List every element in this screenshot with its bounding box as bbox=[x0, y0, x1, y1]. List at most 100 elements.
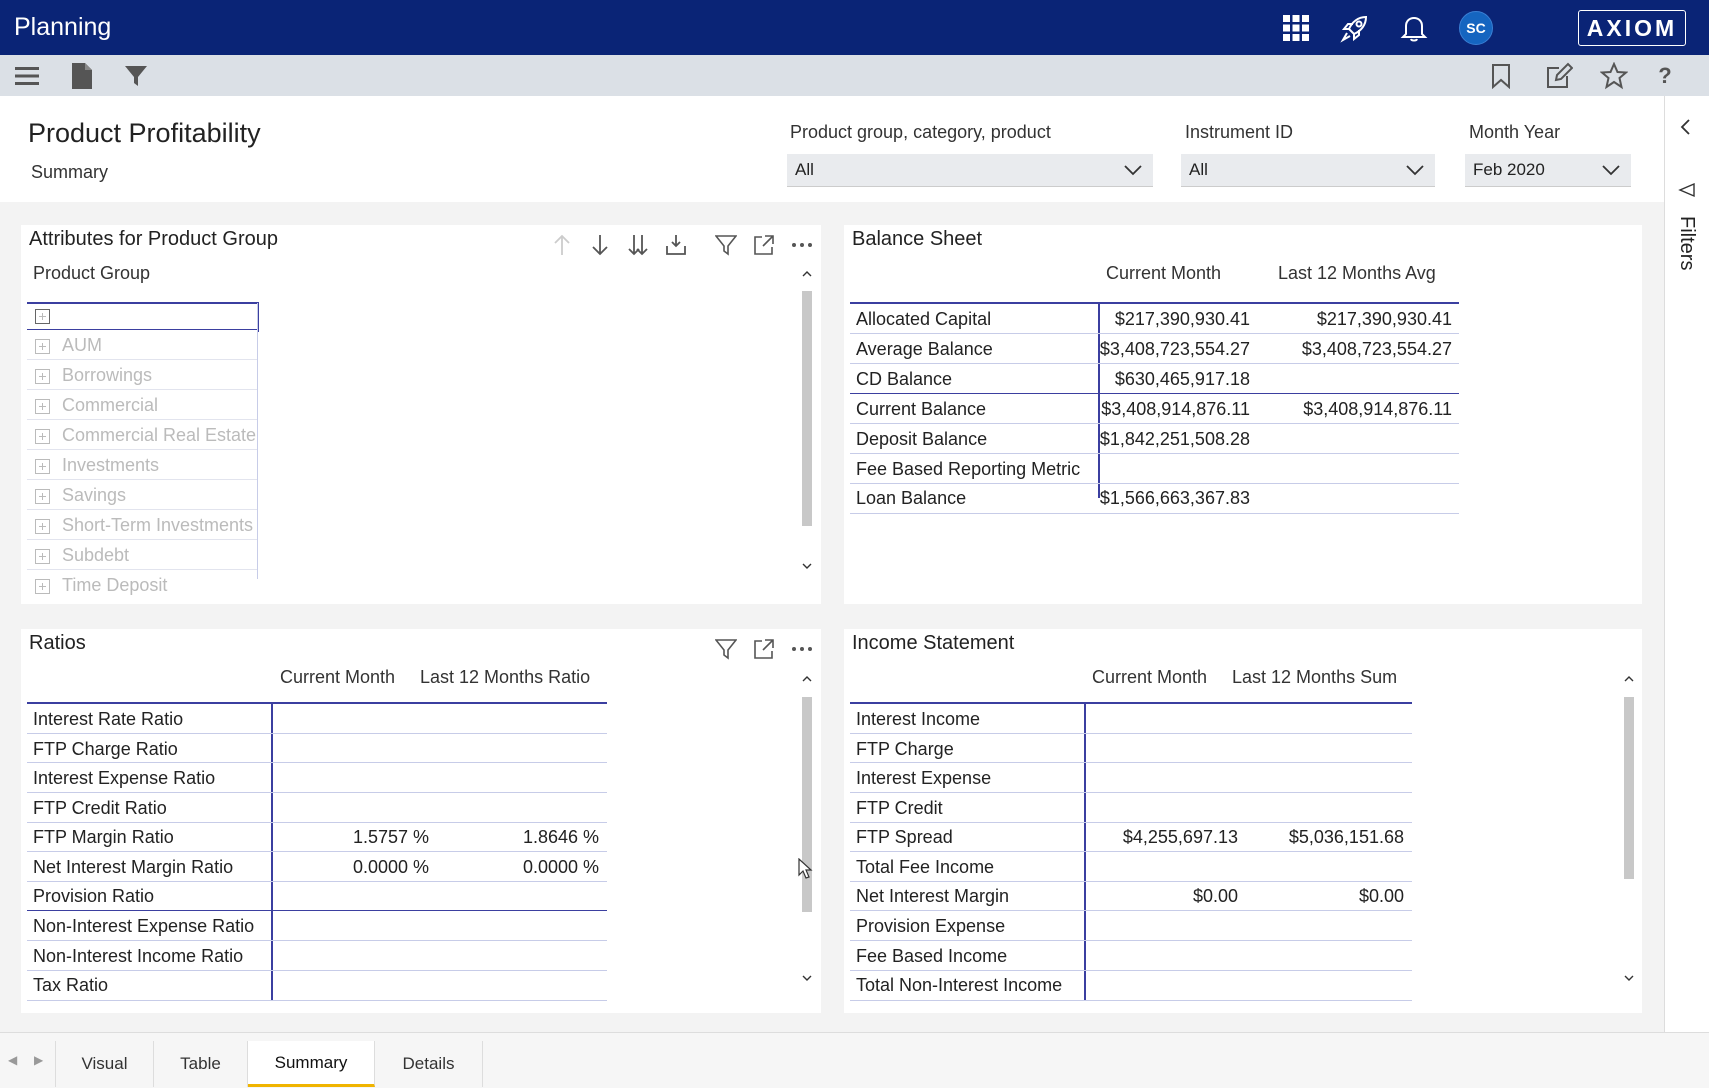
attributes-scrollbar[interactable] bbox=[801, 265, 813, 575]
tree-item[interactable]: Commercial bbox=[27, 393, 257, 420]
page-title: Product Profitability bbox=[28, 118, 261, 148]
chevron-down-icon[interactable] bbox=[801, 973, 813, 983]
row-label: Deposit Balance bbox=[856, 429, 988, 449]
top-bar: Planning SC AXIOM bbox=[0, 0, 1709, 55]
product-group-tree: AUM Borrowings Commercial Commercial Rea… bbox=[27, 303, 258, 595]
cell-value: $0.00 bbox=[1358, 886, 1404, 906]
tab-table[interactable]: Table bbox=[154, 1041, 248, 1087]
star-icon[interactable] bbox=[1598, 60, 1630, 92]
row-label: CD Balance bbox=[856, 369, 953, 389]
month-year-select-value: Feb 2020 bbox=[1473, 160, 1545, 179]
tree-item[interactable] bbox=[27, 303, 257, 330]
tab-visual[interactable]: Visual bbox=[55, 1041, 154, 1087]
row-rule bbox=[27, 910, 607, 911]
chevron-up-icon[interactable] bbox=[1623, 674, 1635, 684]
chevron-up-icon[interactable] bbox=[801, 674, 813, 684]
drill-down-all-icon[interactable] bbox=[625, 232, 651, 258]
page-subtitle: Summary bbox=[31, 162, 109, 182]
main-content: Product Profitability Summary Product gr… bbox=[0, 96, 1664, 1032]
filter-label-product: Product group, category, product bbox=[790, 122, 1051, 142]
income-statement-scrollbar[interactable] bbox=[1623, 671, 1635, 987]
expand-icon[interactable] bbox=[35, 459, 50, 474]
instrument-id-select[interactable]: All bbox=[1181, 154, 1435, 187]
tree-item[interactable]: Investments bbox=[27, 453, 257, 480]
cell-value: $630,465,917.18 bbox=[1114, 369, 1250, 389]
expand-icon[interactable] bbox=[35, 399, 50, 414]
menu-icon[interactable] bbox=[11, 60, 43, 92]
attributes-panel-title: Attributes for Product Group bbox=[29, 228, 279, 250]
tab-details[interactable]: Details bbox=[375, 1041, 483, 1087]
expand-icon[interactable] bbox=[35, 429, 50, 444]
product-group-select[interactable]: All bbox=[787, 154, 1153, 187]
cell-value: 0.0000 % bbox=[352, 857, 429, 877]
arrow-up-icon[interactable] bbox=[549, 232, 575, 258]
bookmark-icon[interactable] bbox=[1485, 60, 1517, 92]
avatar[interactable]: SC bbox=[1459, 11, 1493, 45]
header-rule bbox=[850, 702, 1412, 704]
filter-icon[interactable] bbox=[713, 232, 739, 258]
tree-item[interactable]: Time Deposit bbox=[27, 573, 257, 600]
tree-item[interactable]: Commercial Real Estate bbox=[27, 423, 257, 450]
filter-label-month: Month Year bbox=[1469, 122, 1561, 142]
tree-item[interactable]: AUM bbox=[27, 333, 257, 360]
month-year-select[interactable]: Feb 2020 bbox=[1465, 154, 1631, 187]
apps-grid-icon[interactable] bbox=[1278, 10, 1314, 46]
hierarchy-expand-icon[interactable] bbox=[663, 232, 689, 258]
tree-item[interactable]: Subdebt bbox=[27, 543, 257, 570]
row-rule bbox=[27, 851, 607, 852]
more-options-icon[interactable] bbox=[789, 636, 815, 662]
focus-mode-icon[interactable] bbox=[751, 232, 777, 258]
expand-icon[interactable] bbox=[35, 309, 50, 324]
arrow-down-icon[interactable] bbox=[587, 232, 613, 258]
megaphone-icon[interactable] bbox=[1678, 182, 1696, 200]
row-label: Total Non-Interest Income bbox=[856, 975, 1063, 995]
income-statement-title: Income Statement bbox=[852, 632, 1015, 654]
document-icon[interactable] bbox=[66, 60, 98, 92]
filters-rail-label[interactable]: Filters bbox=[1675, 216, 1698, 270]
expand-icon[interactable] bbox=[35, 549, 50, 564]
tree-item-label: Savings bbox=[62, 485, 127, 505]
expand-icon[interactable] bbox=[35, 579, 50, 594]
ratios-scrollbar[interactable] bbox=[801, 671, 813, 987]
chevron-down-icon[interactable] bbox=[1623, 973, 1635, 983]
row-label: Interest Expense bbox=[856, 768, 992, 788]
tab-scroll-right-icon[interactable]: ▶ bbox=[34, 1053, 43, 1067]
sheet-tabs: ◀ ▶ Visual Table Summary Details bbox=[0, 1032, 1709, 1088]
scroll-thumb[interactable] bbox=[1624, 697, 1634, 879]
column-header: Current Month bbox=[280, 667, 396, 687]
chevron-up-icon[interactable] bbox=[801, 269, 813, 279]
cell-value: $217,390,930.41 bbox=[1114, 309, 1250, 329]
tree-item-label: Borrowings bbox=[62, 365, 153, 385]
tree-item-label: Commercial Real Estate bbox=[62, 425, 257, 445]
bell-icon[interactable] bbox=[1396, 10, 1432, 46]
tab-scroll-left-icon[interactable]: ◀ bbox=[8, 1053, 17, 1067]
scroll-thumb[interactable] bbox=[802, 291, 812, 526]
rocket-icon[interactable] bbox=[1337, 10, 1373, 46]
tree-item[interactable]: Short-Term Investments bbox=[27, 513, 257, 540]
row-rule bbox=[850, 393, 1459, 394]
focus-mode-icon[interactable] bbox=[751, 636, 777, 662]
row-rule bbox=[850, 851, 1412, 852]
more-options-icon[interactable] bbox=[789, 232, 815, 258]
tree-item[interactable]: Borrowings bbox=[27, 363, 257, 390]
filter-icon[interactable] bbox=[120, 60, 152, 92]
expand-icon[interactable] bbox=[35, 339, 50, 354]
row-rule bbox=[27, 822, 607, 823]
tree-item-label: Investments bbox=[62, 455, 160, 475]
help-icon[interactable]: ? bbox=[1649, 60, 1681, 92]
column-header: Current Month bbox=[1106, 263, 1222, 283]
filter-icon[interactable] bbox=[713, 636, 739, 662]
tab-summary[interactable]: Summary bbox=[248, 1041, 375, 1087]
chevron-left-icon[interactable] bbox=[1679, 118, 1693, 136]
chevron-down-icon[interactable] bbox=[801, 561, 813, 571]
row-label: FTP Margin Ratio bbox=[33, 827, 174, 847]
expand-icon[interactable] bbox=[35, 519, 50, 534]
row-label: FTP Spread bbox=[856, 827, 953, 847]
row-label: Current Balance bbox=[856, 399, 987, 419]
tree-item[interactable]: Savings bbox=[27, 483, 257, 510]
expand-icon[interactable] bbox=[35, 489, 50, 504]
edit-icon[interactable] bbox=[1543, 60, 1575, 92]
cell-value: $5,036,151.68 bbox=[1288, 827, 1404, 847]
balance-sheet-panel: Balance Sheet Current Month Last 12 Mont… bbox=[844, 225, 1642, 604]
expand-icon[interactable] bbox=[35, 369, 50, 384]
